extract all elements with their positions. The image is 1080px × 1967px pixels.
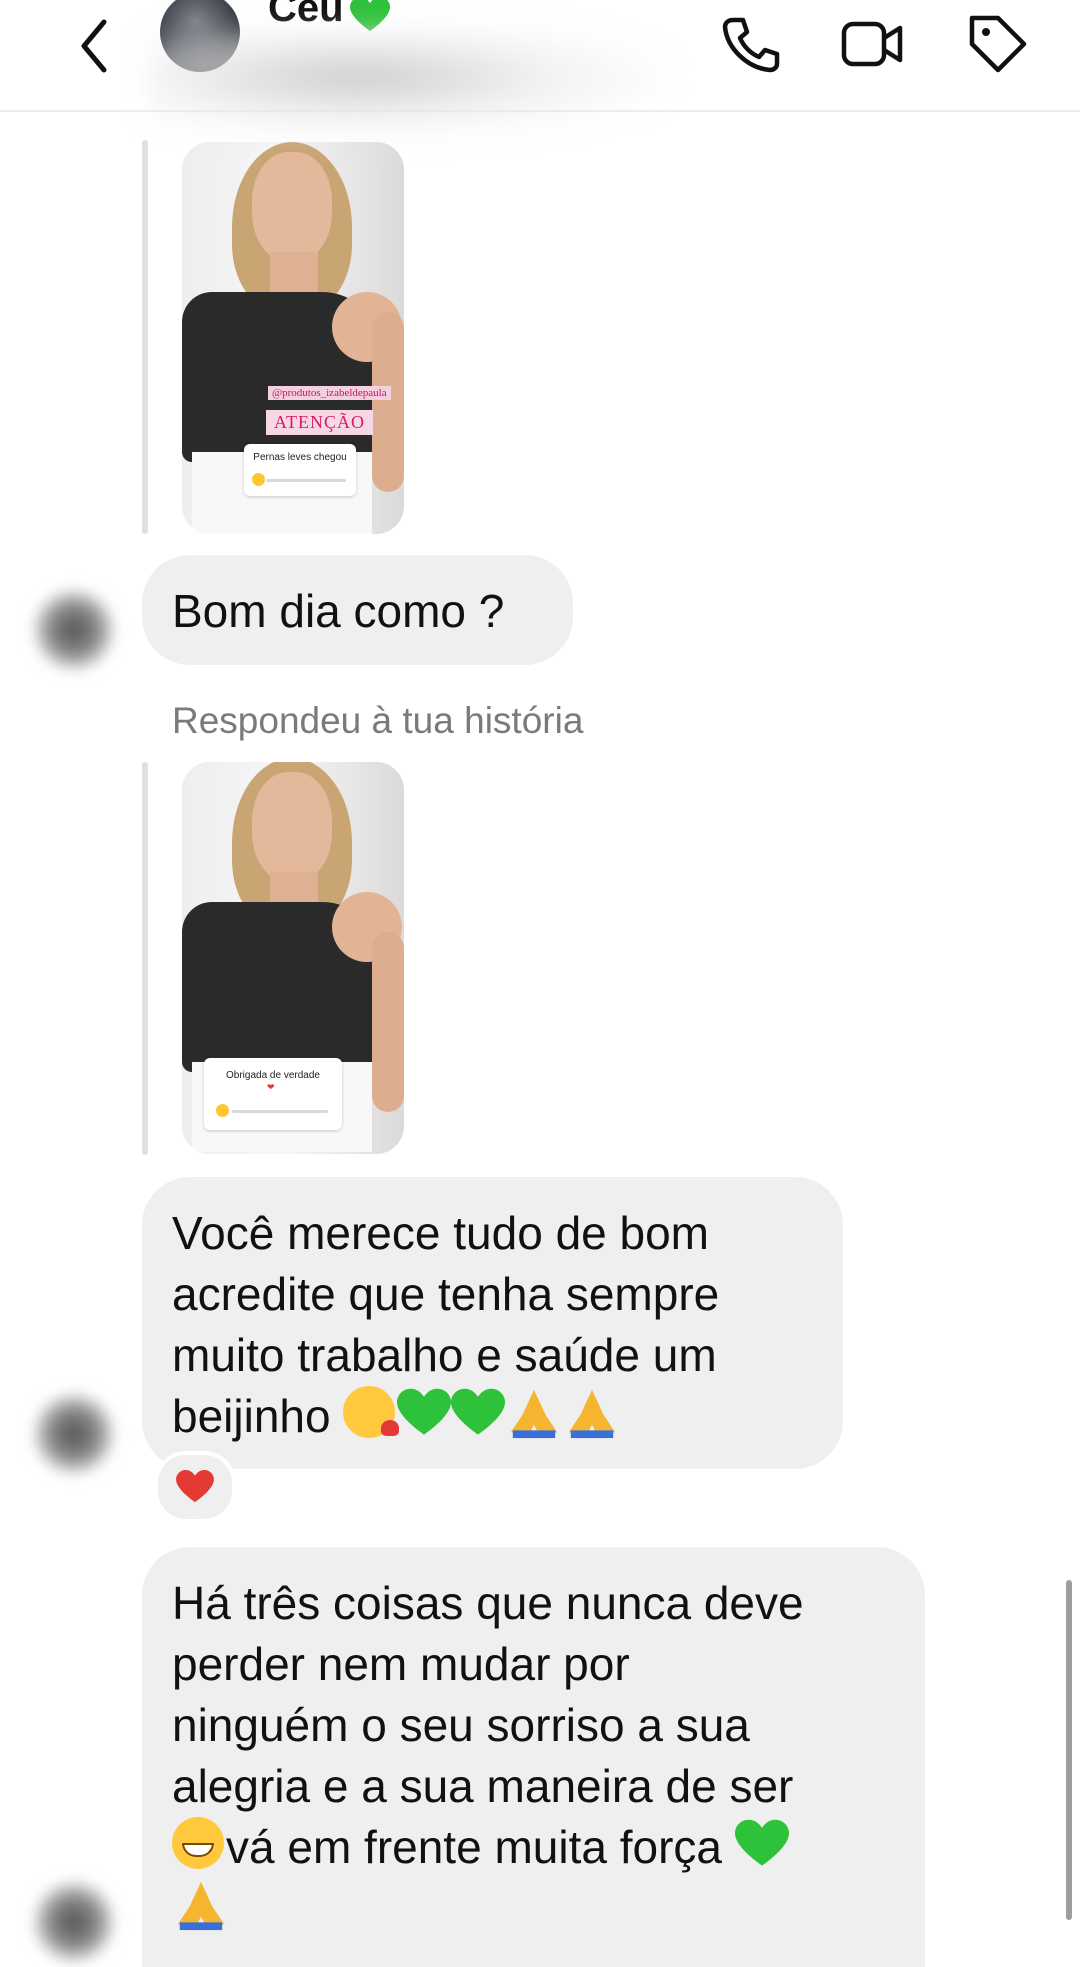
story-headline: ATENÇÃO [266,410,373,435]
back-button[interactable] [66,8,126,78]
message-line: muito trabalho e saúde um [172,1329,717,1381]
red-heart-icon [176,1470,214,1503]
sender-avatar[interactable] [32,1392,116,1476]
sender-avatar[interactable] [32,1880,116,1964]
folded-hands-icon [569,1389,616,1439]
message-line-with-emojis: beijinho [172,1386,813,1447]
grinning-face-emoji [172,1817,224,1869]
folded-hands-icon [511,1389,558,1439]
story-mention-tag: @produtos_izabeldepaula [268,386,391,400]
audio-call-button[interactable] [715,8,785,78]
scrollbar[interactable] [1066,1580,1072,1920]
message-line-with-emojis: vá em frente muita força [172,1817,895,1878]
replied-to-story-label: Respondeu à tua história [172,700,584,741]
kissing-face-emoji [343,1386,400,1438]
blurred-subtitle [150,28,670,138]
chevron-left-icon [81,19,107,73]
message-bubble[interactable]: Há três coisas que nunca deve perder nem… [142,1547,925,1967]
message-line: beijinho [172,1390,331,1442]
message-line: ninguém o seu sorriso a sua [172,1699,750,1751]
video-call-button[interactable] [838,8,908,78]
tag-icon [969,15,1027,73]
message-line-with-emojis [172,1878,895,1939]
story-thumbnail[interactable]: @produtos_izabeldepaula ATENÇÃO Pernas l… [182,142,404,534]
video-camera-icon [841,21,903,67]
slider-question: Pernas leves chegou [253,452,347,463]
green-heart-icon [451,1388,506,1435]
story-person-arm [372,932,404,1112]
green-heart-icon [734,1819,789,1866]
message-line: acredite que tenha sempre [172,1268,720,1320]
message-bubble[interactable]: Bom dia como ? [142,555,573,665]
reply-indicator-bar [142,762,148,1155]
slider-track [232,1110,328,1113]
story-thumbnail[interactable]: Obrigada de verdade ❤ [182,762,404,1154]
sender-avatar[interactable] [32,588,116,672]
story-person-arm [372,312,404,492]
green-heart-icon [397,1388,452,1435]
label-button[interactable] [962,8,1032,78]
message-line: vá em frente muita força [226,1821,722,1873]
message-bubble[interactable]: Você merece tudo de bom acredite que ten… [142,1177,843,1469]
emoji-slider-sticker: Pernas leves chegou [244,444,356,496]
slider-track [266,479,346,482]
message-line: Há três coisas que nunca deve [172,1577,804,1629]
emoji-slider-sticker: Obrigada de verdade ❤ [204,1058,342,1130]
contact-name-text: Céu [268,0,344,30]
slider-question: Obrigada de verdade [226,1070,320,1081]
reply-indicator-bar [142,140,148,534]
chat-header: Céu [0,0,1080,138]
message-line: Você merece tudo de bom [172,1207,709,1259]
story-person-face [252,152,332,262]
message-line: alegria e a sua maneira de ser [172,1760,794,1812]
message-reaction[interactable] [154,1451,236,1523]
message-line: perder nem mudar por [172,1638,630,1690]
phone-icon [722,17,780,73]
story-person-face [252,772,332,882]
heart-eyes-emoji [216,1104,229,1117]
heart-eyes-emoji [252,473,265,486]
red-heart-icon: ❤ [267,1082,275,1092]
contact-name[interactable]: Céu [268,0,390,31]
message-text: Bom dia como ? [172,585,505,637]
folded-hands-icon [177,1881,225,1931]
